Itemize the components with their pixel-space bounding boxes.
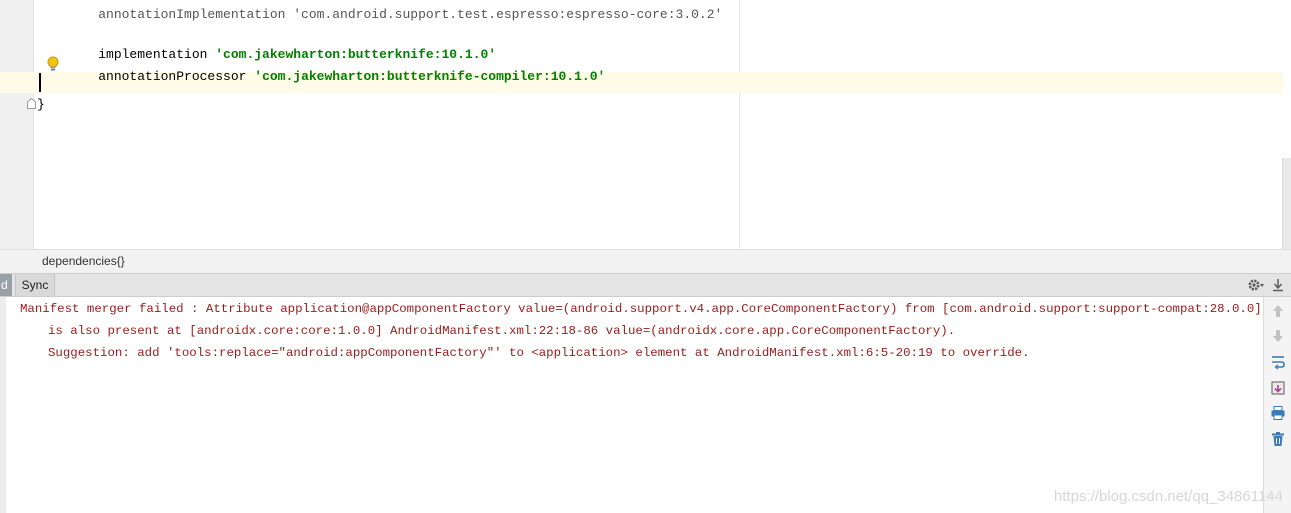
text-caret xyxy=(39,73,41,92)
console-error-line: Suggestion: add 'tools:replace="android:… xyxy=(48,346,1030,360)
arrow-up-icon[interactable] xyxy=(1270,303,1286,319)
breadcrumb: dependencies{} xyxy=(0,249,1291,274)
console-error-line: is also present at [androidx.core:core:1… xyxy=(48,324,956,338)
arrow-down-icon[interactable] xyxy=(1270,328,1286,344)
watermark: https://blog.csdn.net/qq_34861144 xyxy=(1053,488,1283,505)
right-margin-guide xyxy=(739,0,740,249)
scroll-to-end-icon[interactable] xyxy=(1270,380,1286,396)
editor-scrollbar[interactable] xyxy=(1282,158,1291,249)
closing-brace: } xyxy=(37,97,45,112)
soft-wrap-icon[interactable] xyxy=(1270,354,1286,370)
editor-gutter xyxy=(0,0,34,249)
tab-sync[interactable]: Sync xyxy=(15,274,55,296)
pin-icon[interactable] xyxy=(1271,277,1285,293)
code-editor[interactable]: annotationImplementation 'com.android.su… xyxy=(0,0,1291,249)
fold-marker-icon[interactable] xyxy=(27,98,36,109)
breadcrumb-item[interactable]: dependencies{} xyxy=(42,254,125,268)
build-tool-window-header: d Sync xyxy=(0,274,1291,297)
build-output-console[interactable]: Manifest merger failed : Attribute appli… xyxy=(0,297,1264,513)
console-side-toolbar xyxy=(1263,297,1291,513)
code-keyword: annotationProcessor xyxy=(98,69,247,84)
code-line-cut-text: annotationImplementation 'com.android.su… xyxy=(98,7,723,22)
tab-build[interactable]: d xyxy=(0,274,12,296)
lightbulb-icon[interactable] xyxy=(46,56,60,72)
print-icon[interactable] xyxy=(1270,405,1286,421)
trash-icon[interactable] xyxy=(1270,431,1286,447)
console-error-line: Manifest merger failed : Attribute appli… xyxy=(20,302,1264,316)
code-line-annotation-processor[interactable]: annotationProcessor 'com.jakewharton:but… xyxy=(67,54,605,99)
gear-icon[interactable] xyxy=(1247,277,1265,293)
code-string: 'com.jakewharton:butterknife-compiler:10… xyxy=(254,69,606,84)
